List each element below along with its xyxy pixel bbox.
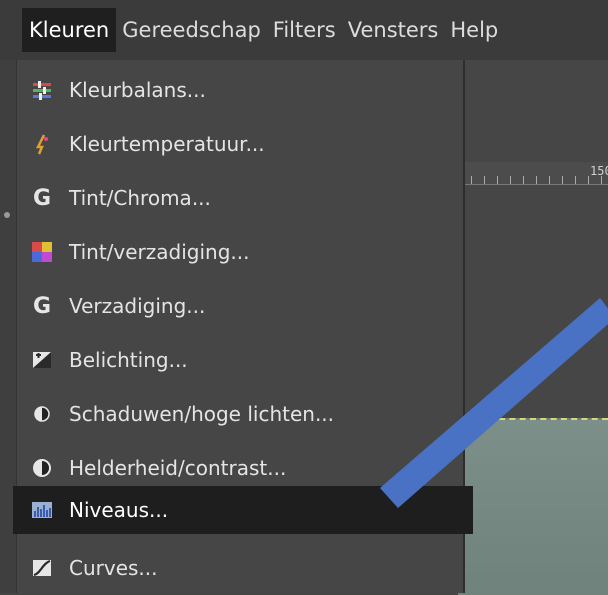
hue-chroma-icon: G — [32, 185, 52, 211]
horizontal-ruler: 150 — [458, 162, 608, 185]
menu-gereedschap[interactable]: Gereedschap — [116, 8, 267, 52]
menu-vensters[interactable]: Vensters — [342, 8, 445, 52]
color-balance-icon — [29, 77, 55, 103]
menu-item-label: Curves... — [69, 556, 158, 580]
levels-icon — [29, 497, 55, 523]
menu-item-kleurtemperatuur[interactable]: Kleurtemperatuur... — [17, 120, 463, 168]
menu-item-curves[interactable]: Curves... — [17, 544, 463, 592]
menu-item-niveaus[interactable]: Niveaus... — [13, 486, 473, 534]
menu-item-kleurbalans[interactable]: Kleurbalans... — [17, 66, 463, 114]
image-canvas[interactable] — [458, 418, 608, 595]
kleuren-dropdown-menu: Kleurbalans... Kleurtemperatuur... G Tin… — [13, 60, 473, 593]
menu-item-belichting[interactable]: Belichting... — [17, 336, 463, 384]
hue-saturation-icon — [29, 239, 55, 265]
menu-item-label: Verzadiging... — [69, 294, 206, 318]
menu-item-verzadiging[interactable]: G Verzadiging... — [17, 282, 463, 330]
menu-item-schaduwen-hoge-lichten[interactable]: Schaduwen/hoge lichten... — [17, 390, 463, 438]
curves-icon — [29, 555, 55, 581]
menu-item-label: Schaduwen/hoge lichten... — [69, 402, 335, 426]
menu-item-tint-chroma[interactable]: G Tint/Chroma... — [17, 174, 463, 222]
ruler-ticks — [458, 176, 608, 184]
menu-item-label: Kleurbalans... — [69, 78, 206, 102]
menu-help[interactable]: Help — [444, 8, 504, 52]
menu-item-helderheid-contrast[interactable]: Helderheid/contrast... — [17, 444, 463, 492]
brightness-contrast-icon — [29, 455, 55, 481]
saturation-icon: G — [32, 293, 52, 319]
menu-filters[interactable]: Filters — [267, 8, 342, 52]
menu-item-label: Belichting... — [69, 348, 188, 372]
menu-item-label: Kleurtemperatuur... — [69, 132, 265, 156]
menu-item-label: Niveaus... — [69, 498, 169, 522]
menu-item-label: Helderheid/contrast... — [69, 456, 287, 480]
menu-item-tint-verzadiging[interactable]: Tint/verzadiging... — [17, 228, 463, 276]
menu-kleuren[interactable]: Kleuren — [22, 8, 117, 52]
menu-item-label: Tint/Chroma... — [69, 186, 211, 210]
shadows-highlights-icon — [29, 401, 55, 427]
menu-item-label: Tint/verzadiging... — [69, 240, 250, 264]
color-temperature-icon — [29, 131, 55, 157]
panel-handle — [4, 212, 10, 218]
ruler-label: 150 — [590, 164, 608, 178]
exposure-icon — [29, 347, 55, 373]
menubar: Kleuren Gereedschap Filters Vensters Hel… — [0, 0, 608, 60]
